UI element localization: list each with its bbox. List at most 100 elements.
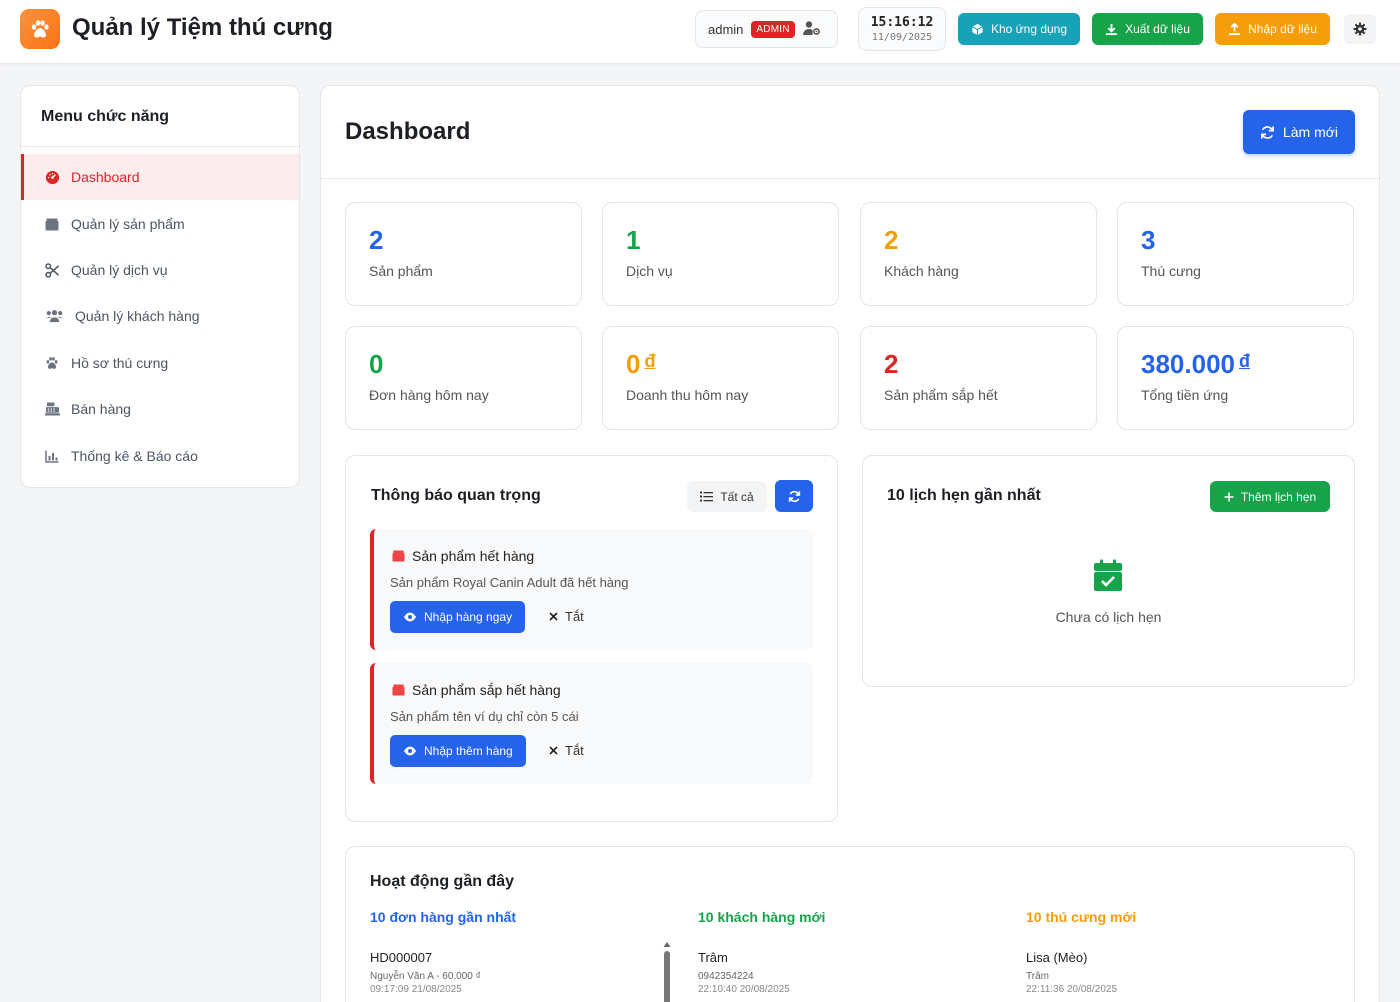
sidebar-item-label: Quản lý sản phẩm xyxy=(71,216,185,232)
sidebar-item-customers[interactable]: Quản lý khách hàng xyxy=(21,293,299,339)
refresh-button[interactable]: Làm mới xyxy=(1243,110,1355,154)
sidebar-item-pets[interactable]: Hồ sơ thú cưng xyxy=(21,340,299,386)
notification-item: Sản phẩm sắp hết hàng Sản phẩm tên ví dụ… xyxy=(370,663,813,784)
eye-icon xyxy=(404,746,416,756)
notifications-title: Thông báo quan trọng xyxy=(371,487,541,504)
username: admin xyxy=(708,21,744,37)
stat-number: 380.000 xyxy=(1141,349,1235,379)
list-item[interactable]: HD000007 Nguyễn Văn A - 60.000 ₫ 09:17:0… xyxy=(370,950,670,995)
stat-value: 380.000 đ xyxy=(1141,349,1250,380)
notification-item: Sản phẩm hết hàng Sản phẩm Royal Canin A… xyxy=(370,529,813,650)
stat-label: Khách hàng xyxy=(884,263,959,279)
download-icon xyxy=(1106,23,1118,35)
calendar-check-icon xyxy=(1093,559,1123,597)
box-icon xyxy=(43,215,61,233)
main-panel: Dashboard Làm mới 2 Sản phẩm 1 Dịch vụ 2… xyxy=(320,85,1380,1002)
recent-activity-title: Hoạt động gần đây xyxy=(370,873,514,890)
stat-card-services[interactable]: 1 Dịch vụ xyxy=(602,202,839,306)
dismiss-button[interactable]: Tắt xyxy=(549,609,584,624)
dismiss-button[interactable]: Tắt xyxy=(549,743,584,758)
app-title: Quản lý Tiệm thú cưng xyxy=(72,14,333,41)
restock-more-button[interactable]: Nhập thêm hàng xyxy=(390,735,526,767)
stat-card-products[interactable]: 2 Sản phẩm xyxy=(345,202,582,306)
stat-value: 2 xyxy=(884,349,898,380)
sidebar-item-reports[interactable]: Thống kê & Báo cáo xyxy=(21,433,299,479)
pet-time: 22:11:36 20/08/2025 xyxy=(1026,984,1118,995)
user-menu[interactable]: admin ADMIN xyxy=(695,10,838,48)
sidebar-item-dashboard[interactable]: Dashboard xyxy=(21,154,299,200)
stat-label: Tổng tiền ứng xyxy=(1141,387,1229,403)
sidebar-item-sales[interactable]: Bán hàng xyxy=(21,386,299,432)
stat-card-low-stock[interactable]: 2 Sản phẩm sắp hết xyxy=(860,326,1097,430)
import-data-label: Nhập dữ liệu xyxy=(1248,22,1317,36)
dismiss-label: Tắt xyxy=(565,743,584,758)
customer-time: 22:10:40 20/08/2025 xyxy=(698,984,790,995)
sidebar-item-label: Quản lý khách hàng xyxy=(75,308,200,324)
sidebar-item-label: Quản lý dịch vụ xyxy=(71,262,168,278)
export-data-button[interactable]: Xuất dữ liệu xyxy=(1092,13,1203,45)
notification-description: Sản phẩm Royal Canin Adult đã hết hàng xyxy=(390,575,629,590)
stat-value: 1 xyxy=(626,225,641,255)
sidebar-item-label: Thống kê & Báo cáo xyxy=(71,448,198,464)
user-cog-icon[interactable] xyxy=(802,20,821,39)
gear-icon xyxy=(1353,22,1367,36)
column-heading: 10 đơn hàng gần nhất xyxy=(370,909,517,925)
view-all-button[interactable]: Tất cả xyxy=(687,481,767,512)
scissors-icon xyxy=(43,261,61,279)
customer-phone: 0942354224 xyxy=(698,971,754,982)
paw-icon xyxy=(43,354,61,372)
notifications-refresh-button[interactable] xyxy=(775,480,813,512)
clock-time: 15:16:12 xyxy=(870,15,934,30)
clock: 15:16:12 11/09/2025 xyxy=(858,7,946,51)
stat-card-revenue-today[interactable]: 0đ Doanh thu hôm nay xyxy=(602,326,839,430)
apps-store-button[interactable]: Kho ứng dụng xyxy=(958,13,1080,45)
app-header: Quản lý Tiệm thú cưng admin ADMIN 15:16:… xyxy=(0,0,1400,64)
restock-more-label: Nhập thêm hàng xyxy=(424,744,513,758)
export-data-label: Xuất dữ liệu xyxy=(1125,22,1190,36)
stat-label: Doanh thu hôm nay xyxy=(626,387,749,403)
restock-now-button[interactable]: Nhập hàng ngay xyxy=(390,601,526,633)
new-customers-column: 10 khách hàng mới Trâm 0942354224 22:10:… xyxy=(698,909,998,995)
box-icon xyxy=(392,684,405,696)
order-time: 09:17:09 21/08/2025 xyxy=(370,984,462,995)
stat-label: Sản phẩm sắp hết xyxy=(884,387,998,403)
cash-register-icon xyxy=(43,400,61,418)
scrollbar[interactable] xyxy=(663,942,671,1002)
stat-value: 0đ xyxy=(626,349,655,380)
restock-now-label: Nhập hàng ngay xyxy=(424,610,513,624)
stat-label: Sản phẩm xyxy=(369,263,433,279)
recent-orders-column: 10 đơn hàng gần nhất HD000007 Nguyễn Văn… xyxy=(370,909,670,995)
close-icon xyxy=(549,612,558,621)
stat-card-customers[interactable]: 2 Khách hàng xyxy=(860,202,1097,306)
stat-card-advance-total[interactable]: 380.000 đ Tổng tiền ứng xyxy=(1117,326,1354,430)
chart-icon xyxy=(43,447,61,465)
sidebar-item-products[interactable]: Quản lý sản phẩm xyxy=(21,201,299,247)
add-appointment-button[interactable]: Thêm lịch hẹn xyxy=(1210,481,1330,512)
recent-activity-card: Hoạt động gần đây 10 đơn hàng gần nhất H… xyxy=(345,846,1355,1002)
plus-icon xyxy=(1224,492,1234,501)
appointments-title: 10 lịch hẹn gần nhất xyxy=(887,487,1041,504)
stat-card-pets[interactable]: 3 Thú cưng xyxy=(1117,202,1354,306)
list-item[interactable]: Lisa (Mèo) Trâm 22:11:36 20/08/2025 xyxy=(1026,950,1326,995)
refresh-label: Làm mới xyxy=(1282,124,1339,140)
users-icon xyxy=(43,307,65,325)
upload-icon xyxy=(1229,22,1241,35)
notification-title: Sản phẩm hết hàng xyxy=(392,548,534,564)
apps-store-label: Kho ứng dụng xyxy=(990,22,1068,36)
pet-name: Lisa (Mèo) xyxy=(1026,950,1088,965)
sidebar: Menu chức năng Dashboard Quản lý sản phẩ… xyxy=(20,85,300,488)
import-data-button[interactable]: Nhập dữ liệu xyxy=(1215,13,1330,45)
column-heading: 10 thú cưng mới xyxy=(1026,909,1137,925)
settings-button[interactable] xyxy=(1344,14,1376,44)
sidebar-item-services[interactable]: Quản lý dịch vụ xyxy=(21,247,299,293)
stat-value: 2 xyxy=(369,225,384,255)
stat-card-orders-today[interactable]: 0 Đơn hàng hôm nay xyxy=(345,326,582,430)
box-icon xyxy=(392,550,405,562)
stat-value: 3 xyxy=(1141,225,1156,255)
empty-state-text: Chưa có lịch hẹn xyxy=(1055,609,1162,625)
divider xyxy=(21,146,299,147)
list-item[interactable]: Trâm 0942354224 22:10:40 20/08/2025 xyxy=(698,950,998,995)
column-heading: 10 khách hàng mới xyxy=(698,909,826,925)
stat-label: Dịch vụ xyxy=(626,263,673,279)
main-header: Dashboard Làm mới xyxy=(321,86,1379,179)
